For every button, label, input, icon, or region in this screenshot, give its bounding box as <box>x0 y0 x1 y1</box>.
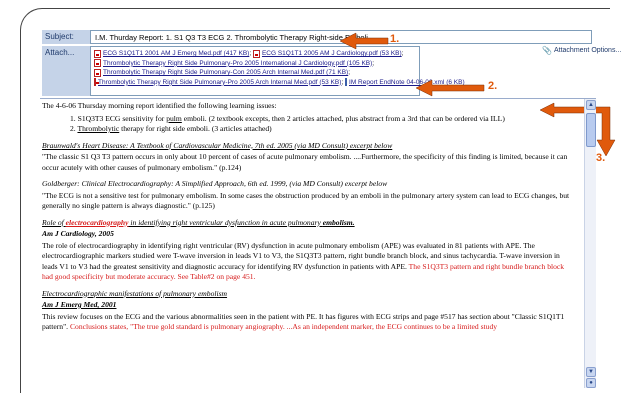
role-title-part: electrocardiography <box>65 217 129 227</box>
list-item-link: Thrombolytic <box>77 124 120 133</box>
message-text: The 4-6-06 Thursday morning report ident… <box>42 101 576 339</box>
message-body[interactable]: The 4-6-06 Thursday morning report ident… <box>40 98 596 388</box>
subject-row: Subject: I.M. Thurday Report: 1. S1 Q3 T… <box>42 30 602 44</box>
list-item-text: emboli. (2 textbook excepts, then 2 arti… <box>181 113 505 123</box>
attachment-line: Thrombolytic Therapy Right Side Pulmonar… <box>94 78 465 88</box>
intro-text: The 4-6-06 Thursday morning report ident… <box>42 101 277 110</box>
braunwald-section: Braunwald's Heart Disease: A Textbook of… <box>42 141 576 152</box>
pdf-icon <box>94 59 101 68</box>
pdf-icon <box>94 78 99 87</box>
role-title-part: in identifying right ventricular dysfunc… <box>128 217 323 227</box>
list-item-text: therapy for right side emboli. (3 articl… <box>119 124 272 133</box>
attach-row: Attach... ECG S1Q1T1 2001 AM J Emerg Med… <box>42 46 621 96</box>
callout-arrow-2 <box>416 79 485 97</box>
pdf-icon <box>94 49 101 58</box>
ecg-title: Electrocardiographic manifestations of p… <box>42 288 228 298</box>
xml-file-icon <box>345 78 348 87</box>
scroll-up-button[interactable]: ▲ <box>586 100 596 110</box>
role-title-part: Role of <box>42 217 66 227</box>
ecg-journal: Am J Emerg Med, 2001 <box>42 300 117 309</box>
list-item-link: pulm <box>166 113 182 123</box>
callout-3: 3. <box>596 152 606 164</box>
attachment-line: Thrombolytic Therapy Right Side Pulmonar… <box>94 68 416 78</box>
attachment-item[interactable]: Thrombolytic Therapy Right Side Pulmonar… <box>103 60 372 67</box>
scrollbar-thumb[interactable] <box>586 113 596 147</box>
attachment-list: ECG S1Q1T1 2001 AM J Emerg Med.pdf (417 … <box>90 46 465 96</box>
callout-1: 1. <box>390 33 400 45</box>
braunwald-title: Braunwald's Heart Disease: A Textbook of… <box>42 140 393 150</box>
attach-label[interactable]: Attach... <box>42 46 90 96</box>
role-journal: Am J Cardiology, 2005 <box>42 229 114 238</box>
attachment-item[interactable]: ECG S1Q1T1 2001 AM J Emerg Med.pdf (417 … <box>103 50 249 57</box>
scroll-down-button[interactable]: ▼ <box>586 367 596 377</box>
list-item: 2. Thrombolytic therapy for right side e… <box>70 124 576 135</box>
role-abstract: The role of electrocardiography in ident… <box>42 241 576 283</box>
attachment-item[interactable]: Thrombolytic Therapy Right Side Pulmonar… <box>98 79 341 86</box>
vertical-scrollbar[interactable]: ▲ ▼ ● <box>584 99 596 388</box>
goldberger-title: Goldberger: Clinical Electrocardiography… <box>42 179 388 188</box>
attachment-options-button[interactable]: 📎 Attachment Options... <box>542 46 621 55</box>
subject-label: Subject: <box>42 30 90 44</box>
callout-2: 2. <box>488 80 498 92</box>
role-title: Role of electrocardiography in identifyi… <box>42 218 576 229</box>
scroll-page-button[interactable]: ● <box>586 378 596 388</box>
role-title-part: embolism. <box>322 217 355 227</box>
attachment-line: Thrombolytic Therapy Right Side Pulmonar… <box>94 59 416 69</box>
braunwald-quote: "The classic S1 Q3 T3 pattern occurs in … <box>42 152 568 172</box>
list-item: 1. S1Q3T3 ECG sensitivity for pulm embol… <box>70 114 576 125</box>
attachment-options-label: Attachment Options... <box>553 47 622 54</box>
ecg-abstract: This review focuses on the ECG and the v… <box>42 312 576 333</box>
pdf-icon <box>94 68 101 77</box>
pdf-icon <box>252 49 260 58</box>
callout-arrow-1 <box>340 32 389 50</box>
goldberger-quote: "The ECG is not a sensitive test for pul… <box>42 190 570 211</box>
paperclip-icon: 📎 <box>542 46 552 55</box>
learning-issues-list: 1. S1Q3T3 ECG sensitivity for pulm embol… <box>70 114 576 135</box>
list-item-text: 1. S1Q3T3 ECG sensitivity for <box>70 113 167 123</box>
ecg-abstract-highlight: Conclusions states, "The true gold stand… <box>68 322 498 331</box>
attachment-item[interactable]: Thrombolytic Therapy Right Side Pulmonar… <box>103 69 348 76</box>
